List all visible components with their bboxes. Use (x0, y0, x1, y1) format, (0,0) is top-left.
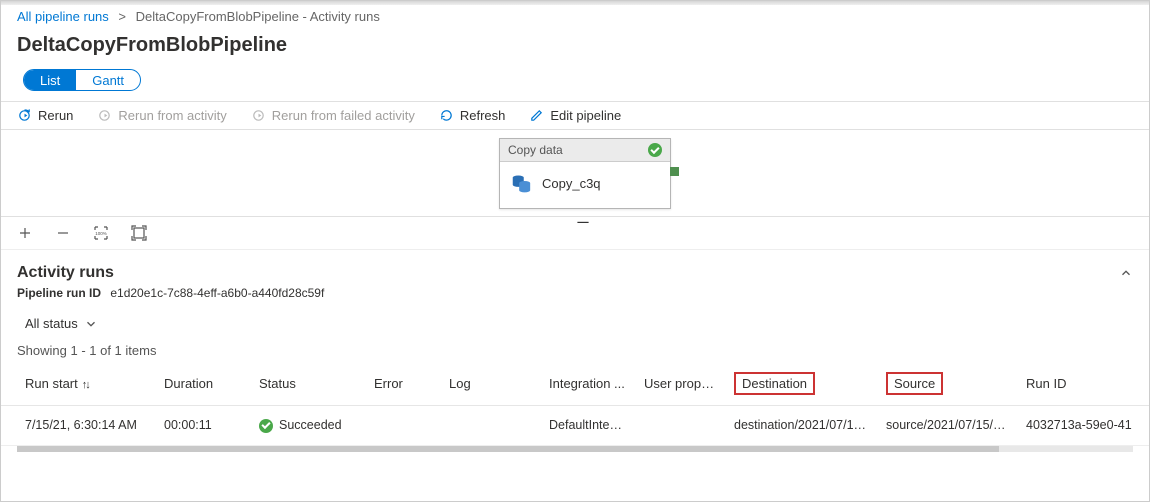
status-success-icon (259, 419, 273, 433)
rerun-activity-icon (97, 108, 112, 123)
rerun-activity-label: Rerun from activity (118, 108, 226, 123)
col-error[interactable]: Error (366, 362, 441, 406)
activity-node-name: Copy_c3q (542, 176, 601, 191)
cell-run-start: 7/15/21, 6:30:14 AM (1, 406, 156, 446)
cell-integration: DefaultIntegratio (541, 406, 636, 446)
zoom-out-icon[interactable] (55, 225, 71, 241)
status-filter-dropdown[interactable]: All status (25, 316, 98, 331)
scrollbar-thumb[interactable] (17, 446, 999, 452)
refresh-button[interactable]: Refresh (439, 108, 506, 123)
collapse-chevron-icon[interactable] (1119, 266, 1133, 280)
pipeline-run-id-row: Pipeline run ID e1d20e1c-7c88-4eff-a6b0-… (1, 286, 1149, 310)
activity-runs-header: Activity runs (1, 249, 1149, 286)
breadcrumb-separator: > (118, 9, 126, 24)
cell-log (441, 406, 541, 446)
view-toggle: List Gantt (23, 69, 141, 91)
node-output-port[interactable] (670, 167, 679, 176)
breadcrumb: All pipeline runs > DeltaCopyFromBlobPip… (1, 5, 1149, 26)
resize-handle-icon[interactable] (575, 214, 591, 230)
pipeline-canvas[interactable]: Copy data Copy_c3q (1, 130, 1149, 216)
rerun-activity-button: Rerun from activity (97, 108, 226, 123)
rerun-failed-icon (251, 108, 266, 123)
col-user-prop[interactable]: User proper... (636, 362, 726, 406)
col-source-label: Source (886, 372, 943, 395)
zoom-reset-icon[interactable]: 100% (93, 225, 109, 241)
activity-runs-title: Activity runs (17, 264, 114, 282)
activity-node[interactable]: Copy data Copy_c3q (499, 138, 671, 209)
breadcrumb-root-link[interactable]: All pipeline runs (17, 9, 109, 24)
rerun-button[interactable]: Rerun (17, 108, 73, 123)
breadcrumb-current: DeltaCopyFromBlobPipeline - Activity run… (136, 9, 380, 24)
activity-node-header: Copy data (500, 139, 670, 162)
copy-data-icon (510, 172, 532, 194)
pencil-icon (529, 108, 544, 123)
col-status[interactable]: Status (251, 362, 366, 406)
page-title: DeltaCopyFromBlobPipeline (17, 34, 1133, 57)
zoom-in-icon[interactable] (17, 225, 33, 241)
rerun-label: Rerun (38, 108, 73, 123)
col-source[interactable]: Source (878, 362, 1018, 406)
edit-label: Edit pipeline (550, 108, 621, 123)
rerun-icon (17, 108, 32, 123)
chevron-down-icon (84, 317, 98, 331)
cell-duration: 00:00:11 (156, 406, 251, 446)
col-destination[interactable]: Destination (726, 362, 878, 406)
view-toggle-gantt[interactable]: Gantt (76, 70, 140, 90)
col-run-start-label: Run start (25, 376, 78, 391)
cell-run-id: 4032713a-59e0-41 (1018, 406, 1149, 446)
col-duration[interactable]: Duration (156, 362, 251, 406)
view-toggle-list[interactable]: List (24, 70, 76, 90)
cell-user-prop (636, 406, 726, 446)
rerun-failed-button: Rerun from failed activity (251, 108, 415, 123)
canvas-toolbar: 100% (1, 216, 1149, 249)
col-log[interactable]: Log (441, 362, 541, 406)
toolbar: Rerun Rerun from activity Rerun from fai… (1, 101, 1149, 130)
showing-count: Showing 1 - 1 of 1 items (1, 337, 1149, 362)
cell-destination: destination/2021/07/15/06/ (726, 406, 878, 446)
sort-icon: ↑↓ (82, 379, 89, 391)
table-header-row: Run start ↑↓ Duration Status Error Log In… (1, 362, 1149, 406)
activity-node-body: Copy_c3q (500, 162, 670, 208)
refresh-icon (439, 108, 454, 123)
table-row[interactable]: 7/15/21, 6:30:14 AM 00:00:11 Succeeded D… (1, 406, 1149, 446)
col-run-start[interactable]: Run start ↑↓ (1, 362, 156, 406)
cell-error (366, 406, 441, 446)
activity-runs-table: Run start ↑↓ Duration Status Error Log In… (1, 362, 1149, 446)
col-integration[interactable]: Integration ... (541, 362, 636, 406)
edit-pipeline-button[interactable]: Edit pipeline (529, 108, 621, 123)
cell-status-text: Succeeded (279, 418, 342, 432)
cell-source: source/2021/07/15/06/ (878, 406, 1018, 446)
pipeline-run-id-label: Pipeline run ID (17, 286, 101, 300)
refresh-label: Refresh (460, 108, 506, 123)
col-run-id[interactable]: Run ID (1018, 362, 1149, 406)
success-check-icon (648, 143, 662, 157)
fullscreen-icon[interactable] (131, 225, 147, 241)
rerun-failed-label: Rerun from failed activity (272, 108, 415, 123)
col-destination-label: Destination (734, 372, 815, 395)
horizontal-scrollbar[interactable] (17, 446, 1133, 452)
status-filter-label: All status (25, 316, 78, 331)
svg-text:100%: 100% (95, 231, 107, 236)
filter-row: All status (1, 310, 1149, 337)
activity-node-category: Copy data (508, 143, 563, 157)
cell-status: Succeeded (251, 406, 366, 446)
pipeline-run-id-value: e1d20e1c-7c88-4eff-a6b0-a440fd28c59f (110, 286, 324, 300)
cell-integration-text: DefaultIntegratio (549, 418, 636, 432)
